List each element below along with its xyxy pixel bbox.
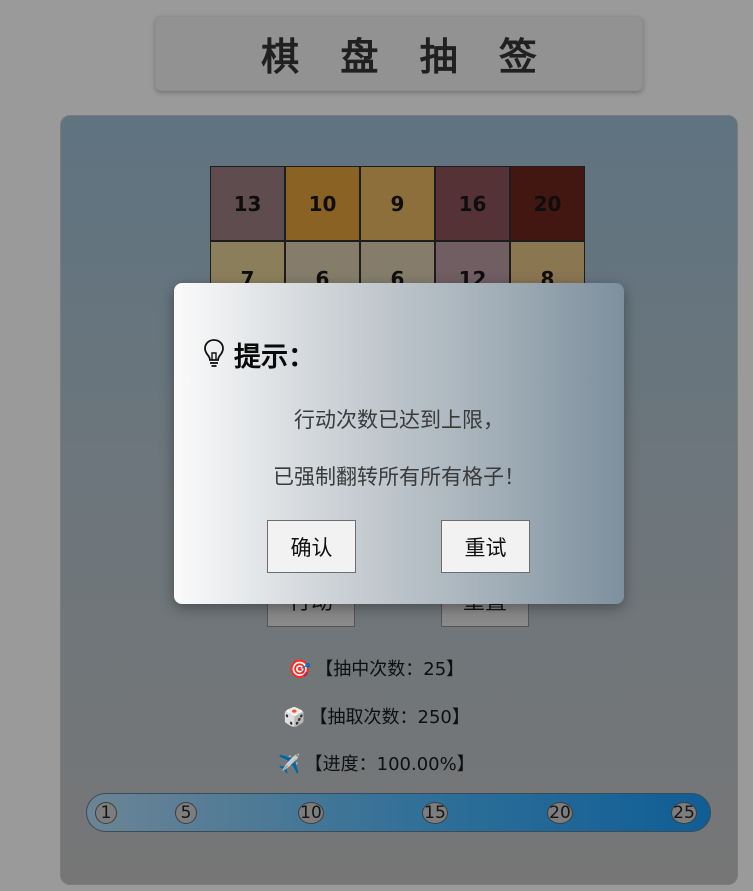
dialog-title: 提示： <box>234 342 315 373</box>
dialog-message-line-1: 行动次数已达到上限， <box>294 408 504 432</box>
confirm-button[interactable]: 确认 <box>267 520 356 573</box>
dialog-message-line-2: 已强制翻转所有所有格子！ <box>273 465 525 489</box>
dialog-header: 提示： <box>202 335 315 374</box>
alert-dialog: 提示： 行动次数已达到上限， 已强制翻转所有所有格子！ 确认 重试 <box>174 283 624 604</box>
lightbulb-icon <box>202 338 226 372</box>
retry-button[interactable]: 重试 <box>441 520 530 573</box>
